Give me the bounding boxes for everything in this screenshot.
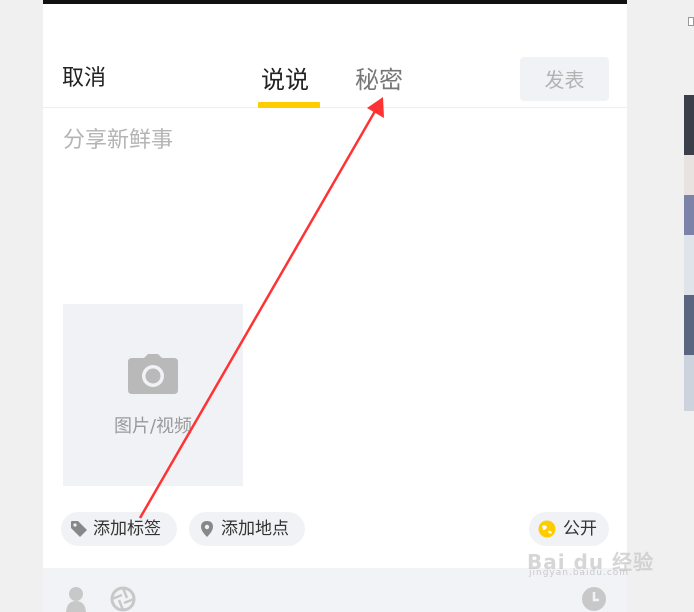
compose-screen: 取消 说说 秘密 发表 分享新鲜事 图片/视频 添加标签 添加地点 公开 [43,0,627,612]
compose-header: 取消 说说 秘密 发表 [43,4,627,108]
active-tab-indicator [258,102,320,108]
add-location-label: 添加地点 [221,519,289,539]
add-tag-button[interactable]: 添加标签 [61,512,177,546]
visibility-button[interactable]: 公开 [529,512,609,546]
publish-button[interactable]: 发表 [520,57,609,101]
camera-icon [128,354,178,394]
add-location-button[interactable]: 添加地点 [189,512,305,546]
globe-icon [538,520,556,538]
post-text-input[interactable]: 分享新鲜事 [63,122,603,282]
tag-icon [71,521,87,537]
location-pin-icon [201,521,213,537]
side-checkbox [688,17,694,26]
person-icon[interactable] [65,586,87,612]
tab-secret[interactable]: 秘密 [355,60,403,95]
watermark: Bai du 经验 jingyan.baidu.com [527,546,654,578]
add-media-button[interactable]: 图片/视频 [63,304,243,486]
visibility-label: 公开 [563,519,597,539]
side-photo-strip [684,95,694,411]
shutter-icon[interactable] [110,586,136,612]
cancel-button[interactable]: 取消 [62,60,106,92]
watermark-url: jingyan.baidu.com [529,568,630,578]
add-tag-label: 添加标签 [93,519,161,539]
media-label: 图片/视频 [113,416,193,437]
tab-shuoshuo[interactable]: 说说 [261,60,309,95]
clock-icon[interactable] [581,586,607,612]
